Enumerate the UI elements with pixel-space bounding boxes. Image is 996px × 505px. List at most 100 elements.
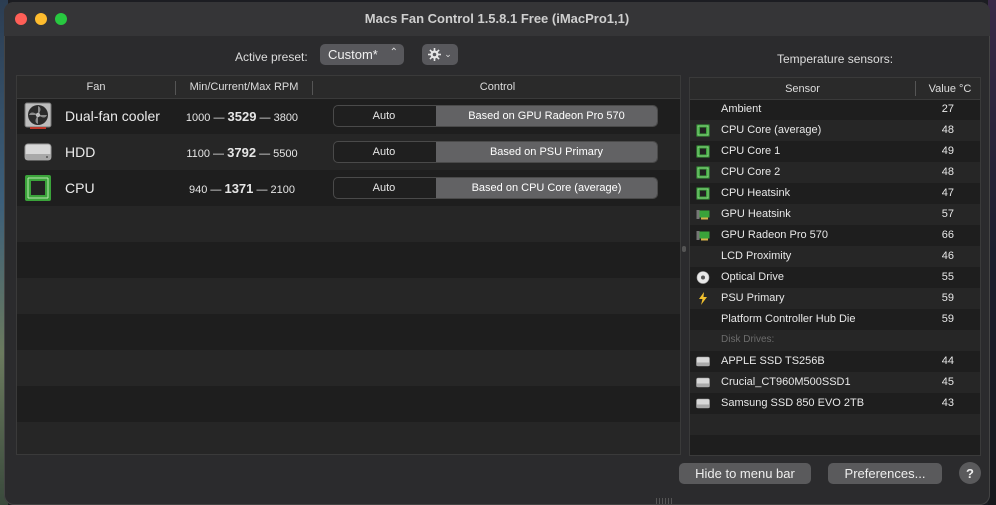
fan-name: Dual-fan cooler [65,108,160,124]
empty-row [17,206,680,242]
optical-disc-icon [696,271,710,284]
sensor-name: CPU Core 1 [721,145,781,157]
sensor-based-button[interactable]: Based on CPU Core (average) [436,178,657,198]
column-header-sensor[interactable]: Sensor [690,83,915,95]
empty-row [17,278,680,314]
empty-row [690,414,980,435]
panel-splitter-handle[interactable] [682,246,686,252]
sensor-value: 48 [941,166,954,178]
chevron-down-icon: ⌄ [444,49,452,59]
fan-control-segmented: Auto Based on GPU Radeon Pro 570 [333,105,658,127]
hard-drive-icon [696,377,710,388]
settings-menu-button[interactable]: ⌄ [422,44,458,65]
sensor-name: CPU Heatsink [721,187,791,199]
sensor-row[interactable]: CPU Core (average) 48 [690,120,980,141]
temperature-sensors-title: Temperature sensors: [777,52,894,66]
resize-grip[interactable] [656,498,672,504]
sensor-row[interactable]: Platform Controller Hub Die 59 [690,309,980,330]
rpm-min: 1100 [186,148,210,160]
sensor-row[interactable]: Ambient 27 [690,99,980,120]
sensor-table-header: Sensor Value °C [690,78,980,100]
app-window: Macs Fan Control 1.5.8.1 Free (iMacPro1,… [4,2,990,505]
sensor-value: 66 [941,229,954,241]
rpm-min: 1000 [185,112,211,124]
sensor-value: 45 [941,376,954,388]
auto-mode-button[interactable]: Auto [334,178,434,198]
sensor-value: 46 [941,250,954,262]
chevron-up-down-icon: ⌃ [389,47,398,58]
sensor-based-button[interactable]: Based on GPU Radeon Pro 570 [436,106,657,126]
sensor-name: Samsung SSD 850 EVO 2TB [721,397,865,409]
auto-mode-button[interactable]: Auto [334,142,434,162]
sensor-value: 55 [941,271,954,283]
preset-value: Custom* [328,47,378,62]
sensor-value: 47 [941,187,954,199]
preset-dropdown[interactable]: Custom* ⌃ [320,44,404,65]
rpm-min: 940 [188,184,208,196]
hard-drive-icon [696,356,710,367]
active-preset-label: Active preset: [235,50,308,64]
fan-name: HDD [65,144,96,160]
rpm-max: 2100 [270,184,295,196]
sensor-name: Platform Controller Hub Die [721,313,856,325]
sensor-name: LCD Proximity [721,250,792,262]
sensor-value: 27 [941,103,954,115]
sensor-value: 59 [941,292,954,304]
sensor-name: GPU Heatsink [721,208,791,220]
title-bar[interactable]: Macs Fan Control 1.5.8.1 Free (iMacPro1,… [4,2,990,36]
rpm-max: 3800 [273,112,299,124]
rpm-current: 1371 [224,181,254,196]
sensor-table: Sensor Value °C Ambient 27 CPU Core (ave… [689,77,981,456]
fan-rpm: 1000 — 3529 — 3800 [185,109,299,124]
sensor-name: CPU Core (average) [721,124,822,136]
column-header-value[interactable]: Value °C [918,83,980,95]
sensor-name: Crucial_CT960M500SSD1 [721,376,851,388]
preferences-button[interactable]: Preferences... [828,463,942,484]
window-title: Macs Fan Control 1.5.8.1 Free (iMacPro1,… [364,11,630,26]
sensor-row[interactable]: CPU Heatsink 47 [690,183,980,204]
column-header-fan[interactable]: Fan [17,81,175,93]
gear-icon [428,48,442,61]
fan-cooler-icon [24,102,52,129]
fan-table: Fan Min/Current/Max RPM Control Dual-fan [16,75,681,455]
fan-row[interactable]: Dual-fan cooler 1000 — 3529 — 3800 Auto … [17,98,680,134]
sensor-row[interactable]: GPU Radeon Pro 570 66 [690,225,980,246]
cpu-chip-icon [696,166,710,179]
cpu-chip-icon [696,145,710,158]
hide-to-menu-bar-button[interactable]: Hide to menu bar [679,463,811,484]
sensor-name: Optical Drive [721,271,784,283]
sensor-row[interactable]: Samsung SSD 850 EVO 2TB 43 [690,393,980,414]
sensor-name: Ambient [721,103,762,115]
sensor-row[interactable]: CPU Core 1 49 [690,141,980,162]
fan-row[interactable]: CPU 940 — 1371 — 2100 Auto Based on CPU … [17,170,680,206]
sensor-row[interactable]: CPU Core 2 48 [690,162,980,183]
auto-mode-button[interactable]: Auto [334,106,434,126]
fan-row[interactable]: HDD 1100 — 3792 — 5500 Auto Based on PSU… [17,134,680,170]
sensor-value: 44 [941,355,954,367]
sensor-row[interactable]: APPLE SSD TS256B 44 [690,351,980,372]
help-button[interactable]: ? [959,462,981,484]
sensor-row[interactable]: Optical Drive 55 [690,267,980,288]
fan-control-segmented: Auto Based on PSU Primary [333,141,658,163]
cpu-chip-icon [696,187,710,200]
sensor-name: APPLE SSD TS256B [721,355,825,367]
sensor-value: 49 [941,145,954,157]
sensor-row[interactable]: Crucial_CT960M500SSD1 45 [690,372,980,393]
sensor-value: 48 [941,124,954,136]
cpu-chip-icon [696,124,710,137]
fan-table-header: Fan Min/Current/Max RPM Control [17,76,680,99]
sensor-name: CPU Core 2 [721,166,781,178]
fan-name: CPU [65,180,95,196]
fan-control-segmented: Auto Based on CPU Core (average) [333,177,658,199]
column-header-control[interactable]: Control [313,81,680,93]
rpm-current: 3529 [227,109,257,124]
sensor-row[interactable]: LCD Proximity 46 [690,246,980,267]
sensor-row[interactable]: PSU Primary 59 [690,288,980,309]
column-header-rpm[interactable]: Min/Current/Max RPM [176,81,312,93]
sensor-group-row: Disk Drives: [690,330,980,351]
sensor-based-button[interactable]: Based on PSU Primary [436,142,657,162]
rpm-current: 3792 [227,145,257,160]
gpu-card-icon [696,210,710,220]
sensor-row[interactable]: GPU Heatsink 57 [690,204,980,225]
empty-row [17,350,680,386]
